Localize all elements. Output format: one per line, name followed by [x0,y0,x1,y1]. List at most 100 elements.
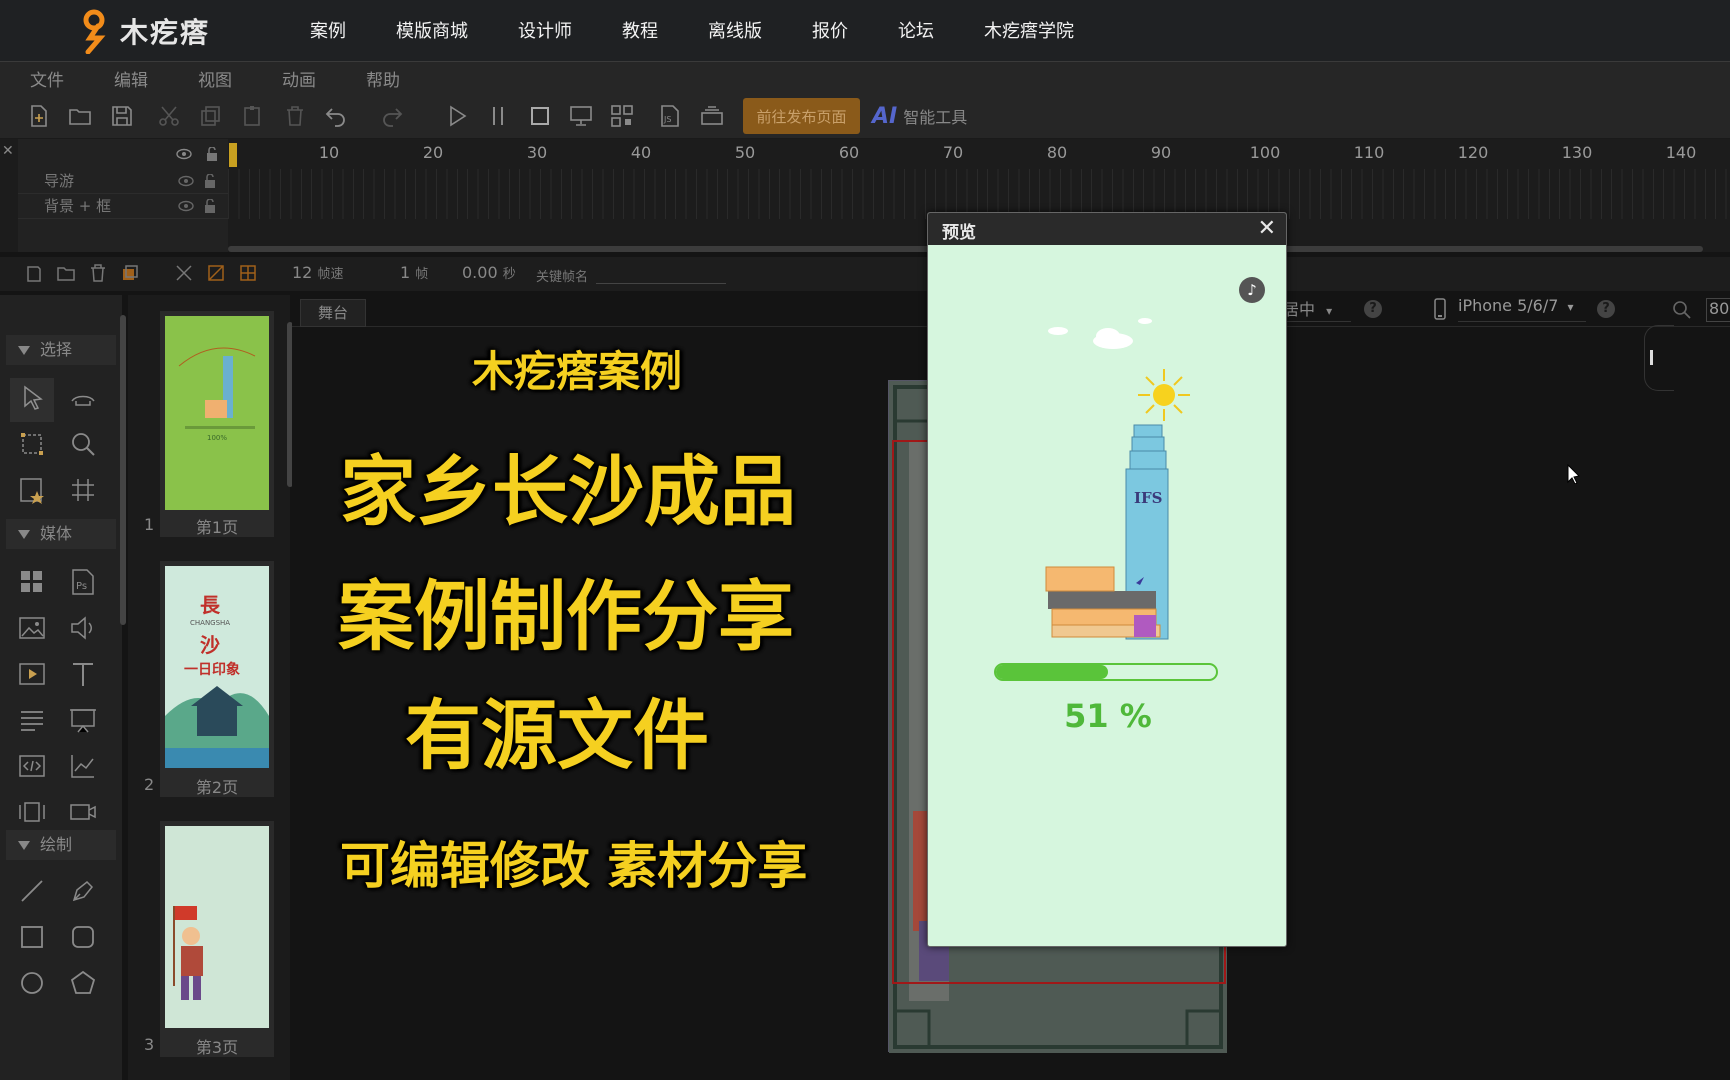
layer-lock-icon[interactable] [204,174,216,188]
frame-indicator: 1 帧 [400,263,428,282]
audio-icon[interactable] [68,613,98,643]
zoom-search-icon[interactable] [1672,300,1692,320]
publish-page-button[interactable]: 前往发布页面 [743,98,860,134]
collapse-triangle-icon [18,530,30,539]
layer-row[interactable]: 背景 + 框 [18,194,228,219]
star-select-icon[interactable] [17,475,47,505]
tools-scrollbar[interactable] [120,315,126,625]
layer-eye-icon[interactable] [178,175,194,187]
nav-item-offline[interactable]: 离线版 [708,17,762,43]
play-icon[interactable] [445,104,469,128]
menu-edit[interactable]: 编辑 [114,66,148,91]
page-thumbnail-3[interactable]: 第3页 [160,821,274,1057]
zoom-icon[interactable] [68,429,98,459]
menu-animation[interactable]: 动画 [282,66,316,91]
menu-help[interactable]: 帮助 [366,66,400,91]
help-icon[interactable]: ? [1597,300,1615,318]
stop-icon[interactable] [528,104,552,128]
menu-view[interactable]: 视图 [198,66,232,91]
timeline-close-icon[interactable]: ✕ [2,143,14,159]
rectangle-icon[interactable] [17,922,47,952]
thumb-title-char-2: 沙 [200,633,220,657]
ai-tools-button[interactable]: AI 智能工具 [872,100,967,132]
polygon-icon[interactable] [68,968,98,998]
delete-layer-icon[interactable] [88,263,108,283]
slideshow-icon[interactable] [68,705,98,735]
help-icon[interactable]: ? [1364,300,1382,318]
page-thumbnail-2[interactable]: 長 CHANGSHA 沙 一日印象 第2页 [160,561,274,797]
pause-icon[interactable] [486,104,510,128]
rounded-rectangle-icon[interactable] [68,922,98,952]
section-media[interactable]: 媒体 [6,519,116,549]
section-draw[interactable]: 绘制 [6,830,116,860]
copy-icon[interactable] [199,104,223,128]
paragraph-icon[interactable] [17,705,47,735]
duplicate-layer-icon[interactable] [120,263,140,283]
menu-file[interactable]: 文件 [30,66,64,91]
all-layers-lock-icon[interactable] [206,147,218,161]
nav-item-forum[interactable]: 论坛 [898,17,934,43]
pen-icon[interactable] [68,876,98,906]
nav-item-pricing[interactable]: 报价 [812,17,848,43]
all-layers-eye-icon[interactable] [176,148,192,160]
keyframe-name-input[interactable] [596,262,726,284]
preview-screen-icon[interactable] [569,104,593,128]
shape-tween-icon[interactable] [238,263,258,283]
device-select[interactable]: iPhone 5/6/7 ▾ [1458,296,1586,322]
hand-tool-icon[interactable] [68,383,98,413]
delete-icon[interactable] [283,104,307,128]
ruler-tick-label: 90 [1150,143,1172,162]
circle-icon[interactable] [17,968,47,998]
align-select[interactable]: 居中 ▾ [1283,296,1351,322]
close-icon[interactable]: ✕ [1258,216,1276,241]
tab-stage[interactable]: 舞台 [300,299,366,327]
new-file-icon[interactable] [26,104,50,128]
components-icon[interactable] [17,567,47,597]
camera-icon[interactable] [68,797,98,827]
new-layer-icon[interactable] [24,263,44,283]
tween-icon[interactable] [206,263,226,283]
qr-code-icon[interactable] [610,104,634,128]
redo-icon[interactable] [380,104,404,128]
nav-item-academy[interactable]: 木疙瘩学院 [984,17,1074,43]
layer-row[interactable]: 导游 [18,169,228,194]
section-select[interactable]: 选择 [6,335,116,365]
paste-icon[interactable] [241,104,265,128]
overlay-caption-2: 家乡长沙成品 [340,447,796,536]
nav-item-designers[interactable]: 设计师 [518,17,572,43]
image-icon[interactable] [17,613,47,643]
text-icon[interactable] [68,659,98,689]
carousel-icon[interactable] [17,797,47,827]
zoom-input[interactable]: 80 [1706,298,1730,322]
nav-item-tutorials[interactable]: 教程 [622,17,658,43]
grid-icon[interactable] [68,475,98,505]
layer-lock-icon[interactable] [204,199,216,213]
cut-icon[interactable] [157,104,181,128]
frame-ruler[interactable]: 10 20 30 40 50 60 70 80 90 100 110 120 1… [228,143,1730,165]
section-select-label: 选择 [40,340,73,359]
line-icon[interactable] [17,876,47,906]
brand-logo[interactable]: 木疙瘩 [80,8,210,54]
insert-frame-icon[interactable] [174,263,194,283]
page-thumbnail-1[interactable]: 100% 第1页 [160,311,274,537]
undo-icon[interactable] [324,104,348,128]
nav-item-template-store[interactable]: 模版商城 [396,17,468,43]
save-icon[interactable] [110,104,134,128]
video-icon[interactable] [17,659,47,689]
open-folder-icon[interactable] [68,104,92,128]
nav-item-cases[interactable]: 案例 [310,17,346,43]
new-folder-icon[interactable] [56,263,76,283]
code-embed-icon[interactable] [17,751,47,781]
chart-icon[interactable] [68,751,98,781]
playhead[interactable] [229,143,237,167]
ruler-tick-label: 60 [838,143,860,162]
transform-icon[interactable] [17,429,47,459]
guide-ruler-handle[interactable] [1644,325,1674,391]
photoshop-import-icon[interactable]: Ps [68,567,98,597]
page-label: 第3页 [195,1038,239,1057]
svg-text:Ps: Ps [76,581,87,592]
publish-stack-icon[interactable] [700,104,724,128]
js-file-icon[interactable]: JS [658,104,682,128]
layer-eye-icon[interactable] [178,200,194,212]
preview-titlebar[interactable]: 预览 ✕ [928,213,1286,245]
